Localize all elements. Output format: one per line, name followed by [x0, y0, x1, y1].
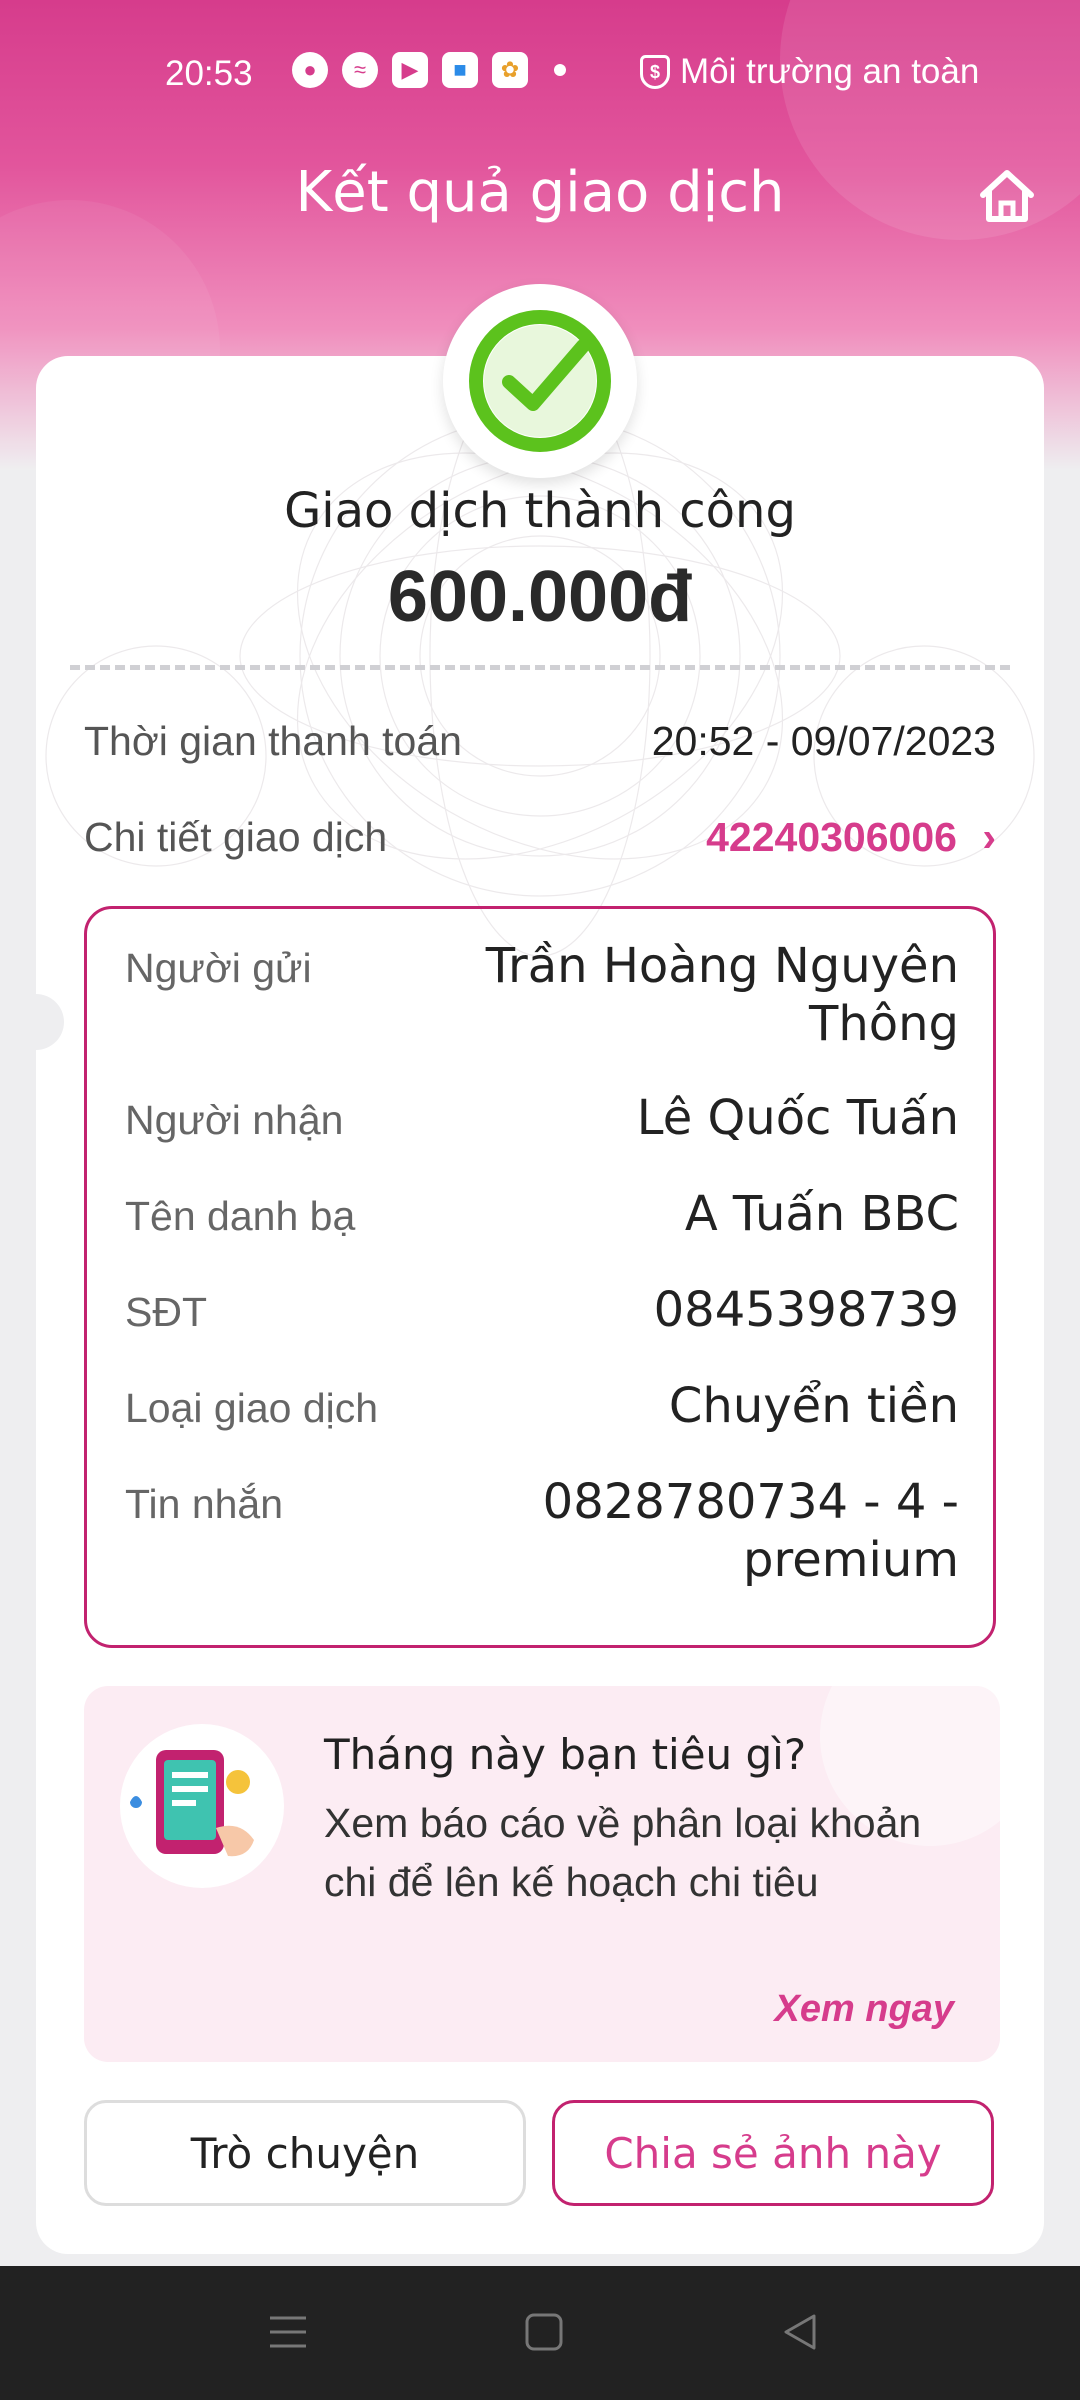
spending-report-banner[interactable]: Tháng này bạn tiêu gì? Xem báo cáo về ph… [84, 1686, 1000, 2062]
payment-time-value: 20:52 - 09/07/2023 [651, 718, 996, 764]
page-title: Kết quả giao dịch [295, 160, 785, 225]
payment-time-row: Thời gian thanh toán 20:52 - 09/07/2023 [84, 718, 996, 765]
expense-report-icon [120, 1724, 284, 1888]
detail-label: SĐT [125, 1289, 207, 1335]
promo-title: Tháng này bạn tiêu gì? [324, 1730, 807, 1779]
transaction-detail-label: Chi tiết giao dịch [84, 814, 388, 860]
back-triangle-icon[interactable] [774, 2306, 826, 2358]
detail-label: Tin nhắn [125, 1481, 284, 1527]
success-badge [443, 284, 637, 478]
photos-icon: ✿ [492, 52, 528, 88]
promo-description: Xem báo cáo về phân loại khoản chi để lê… [324, 1800, 922, 1905]
detail-value: 0828780734 - 4 - premium [542, 1474, 959, 1588]
safe-environment-indicator: $ Môi trường an toàn [640, 52, 979, 92]
detail-value: Trần Hoàng Nguyên Thông [485, 938, 959, 1052]
transaction-amount: 600.000đ [387, 557, 693, 637]
view-now-link[interactable]: Xem ngay [774, 1988, 954, 2031]
detail-label: Người nhận [125, 1097, 344, 1143]
chat-button[interactable]: Trò chuyện [84, 2100, 526, 2206]
detail-label: Người gửi [125, 945, 312, 991]
home-icon[interactable] [975, 165, 1039, 229]
detail-row-transaction-type: Loại giao dịch Chuyển tiền [125, 1378, 959, 1434]
status-time: 20:53 [165, 54, 253, 93]
detail-row-message: Tin nhắn 0828780734 - 4 - premium [125, 1474, 959, 1588]
more-dot-icon [554, 64, 566, 76]
system-navigation-bar [0, 2266, 1080, 2400]
detail-label: Loại giao dịch [125, 1385, 379, 1431]
files-icon: ■ [442, 52, 478, 88]
shield-icon: $ [640, 55, 670, 89]
ticket-divider [70, 665, 1010, 670]
home-square-icon[interactable] [518, 2306, 570, 2358]
detail-row-phone: SĐT 0845398739 [125, 1282, 959, 1338]
status-bar: 20:53 ● ≈ ▶ ■ ✿ $ Môi trường an toàn [0, 40, 1080, 104]
transaction-status: Giao dịch thành công [284, 483, 796, 539]
detail-value: Chuyển tiền [668, 1378, 959, 1434]
transaction-details-box: Người gửi Trần Hoàng Nguyên Thông Người … [84, 906, 996, 1648]
bubble-icon: ● [292, 52, 328, 88]
detail-row-sender: Người gửi Trần Hoàng Nguyên Thông [125, 938, 959, 1052]
transaction-id-link[interactable]: 42240306006 › [706, 814, 996, 861]
share-image-button[interactable]: Chia sẻ ảnh này [552, 2100, 994, 2206]
play-icon: ▶ [392, 52, 428, 88]
messenger-icon: ≈ [342, 52, 378, 88]
detail-value: A Tuấn BBC [684, 1186, 959, 1242]
detail-row-recipient: Người nhận Lê Quốc Tuấn [125, 1090, 959, 1146]
check-circle-icon [469, 310, 611, 452]
detail-label: Tên danh bạ [125, 1193, 356, 1239]
transaction-id: 42240306006 [706, 814, 957, 860]
chevron-right-icon: › [982, 814, 996, 860]
payment-time-label: Thời gian thanh toán [84, 718, 462, 764]
notification-icons: ● ≈ ▶ ■ ✿ [292, 52, 566, 88]
detail-value: Lê Quốc Tuấn [636, 1090, 959, 1146]
detail-value: 0845398739 [653, 1282, 959, 1338]
transaction-detail-row[interactable]: Chi tiết giao dịch 42240306006 › [84, 814, 996, 861]
menu-icon[interactable] [262, 2306, 314, 2358]
safe-label: Môi trường an toàn [680, 52, 980, 91]
detail-row-contact-name: Tên danh bạ A Tuấn BBC [125, 1186, 959, 1242]
